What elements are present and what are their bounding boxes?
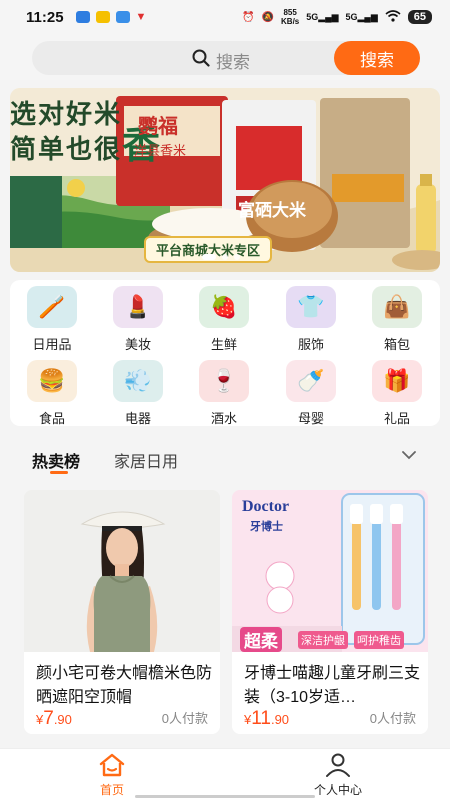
- chevron-down-icon[interactable]: [402, 448, 416, 462]
- wifi-icon: [385, 9, 401, 25]
- banner-slogan-line2: 简单也很: [10, 134, 123, 164]
- search-inner: 搜索: [192, 48, 250, 73]
- tshirt-icon: 👕: [286, 286, 336, 328]
- product-title[interactable]: 颜小宅可卷大帽檐米色防晒遮阳空顶帽: [36, 662, 212, 710]
- net-speed-value: 855: [283, 8, 297, 17]
- category-label: 食品: [38, 411, 65, 426]
- wine-icon: 🍷: [199, 360, 249, 402]
- signal-icon: 5G▂▄▆: [306, 11, 339, 22]
- chat-app-icon: [75, 11, 90, 23]
- product-image-brand-cn: 牙博士: [250, 521, 283, 533]
- category-label: 电器: [124, 411, 151, 426]
- category-label: 生鲜: [210, 337, 237, 352]
- search-header: 搜索 搜索: [0, 34, 450, 80]
- product-image-badge-clean: 深洁护龈: [298, 631, 348, 649]
- product-photo-hat: [24, 490, 220, 652]
- category-daily-goods[interactable]: 🪥 日用品: [12, 286, 92, 353]
- product-sold-count: 0人付款: [161, 711, 208, 726]
- mute-icon: 🔕: [261, 11, 275, 23]
- category-food[interactable]: 🍔 食品: [12, 360, 92, 427]
- user-icon: [325, 753, 351, 780]
- banner-brand-1: 鹦福: [138, 116, 178, 138]
- product-sold-count: 0人付款: [369, 711, 416, 726]
- nav-home[interactable]: 首页: [52, 753, 172, 798]
- search-icon: [192, 49, 210, 72]
- tab-hot-sales[interactable]: 热卖榜: [32, 448, 80, 472]
- product-price: ¥11.90: [244, 708, 289, 730]
- product-image[interactable]: Doctor 牙博士 超柔 深洁护龈 呵护稚齿: [232, 490, 428, 652]
- product-card[interactable]: Doctor 牙博士 超柔 深洁护龈 呵护稚齿 牙博士喵趣儿童牙刷三支装（3-1…: [232, 490, 428, 734]
- category-grid: 🪥 日用品 💄 美妆 🍓 生鲜 👕 服饰 👜 箱包 🍔 食品 💨 电器 🍷 酒水…: [10, 280, 440, 426]
- home-indicator: [135, 795, 315, 798]
- lipstick-icon: 💄: [113, 286, 163, 328]
- status-notification-icons: ▼: [75, 11, 147, 23]
- status-bar: 11:25 ▼ ⏰ 🔕 855 KB/s 5G▂▄▆ 5G▂▄▆ 65: [0, 0, 450, 34]
- net-speed: 855 KB/s: [281, 8, 299, 26]
- category-cosmetics[interactable]: 💄 美妆: [98, 286, 178, 353]
- category-fresh[interactable]: 🍓 生鲜: [184, 286, 264, 353]
- category-gifts[interactable]: 🎁 礼品: [357, 360, 437, 427]
- category-label: 箱包: [383, 337, 410, 352]
- gift-icon: 🎁: [372, 360, 422, 402]
- banner-dot[interactable]: [234, 254, 240, 260]
- toothbrush-cup-icon: 🪥: [27, 286, 77, 328]
- category-baby[interactable]: 🍼 母婴: [271, 360, 351, 427]
- strawberry-icon: 🍓: [199, 286, 249, 328]
- category-appliances[interactable]: 💨 电器: [98, 360, 178, 427]
- product-image-brand: Doctor: [242, 498, 290, 515]
- home-app-icon: [115, 11, 130, 23]
- home-icon: [98, 753, 126, 780]
- product-image[interactable]: [24, 490, 220, 652]
- banner-dot-active[interactable]: [202, 254, 216, 260]
- product-title[interactable]: 牙博士喵趣儿童牙刷三支装（3-10岁适…: [244, 662, 420, 710]
- baby-bottle-icon: 🍼: [286, 360, 336, 402]
- net-speed-unit: KB/s: [281, 17, 300, 26]
- product-card[interactable]: 颜小宅可卷大帽檐米色防晒遮阳空顶帽 ¥7.90 0人付款: [24, 490, 220, 734]
- product-image-badge-care: 呵护稚齿: [354, 631, 404, 649]
- bag-icon: 👜: [372, 286, 422, 328]
- banner-slogan-line1: 选对好米: [10, 99, 123, 129]
- product-price: ¥7.90: [36, 708, 72, 730]
- product-image-badge-soft: 超柔: [240, 627, 282, 652]
- price-decimal: .90: [53, 712, 72, 727]
- location-icon: ▼: [135, 11, 147, 23]
- promo-banner[interactable]: 选对好米 简单也很香 鹦福 洋县香米 富硒大米 平台商城大米专区: [10, 88, 440, 272]
- banner-brand-1-sub: 洋县香米: [134, 143, 187, 158]
- signal-icon-2: 5G▂▄▆: [345, 11, 378, 22]
- status-time: 11:25: [26, 8, 64, 26]
- price-integer: 11: [251, 708, 271, 729]
- shop-app-icon: [95, 11, 110, 23]
- category-bags[interactable]: 👜 箱包: [357, 286, 437, 353]
- search-button[interactable]: 搜索: [334, 41, 420, 75]
- category-label: 服饰: [297, 337, 324, 352]
- banner-dot[interactable]: [222, 254, 228, 260]
- category-apparel[interactable]: 👕 服饰: [271, 286, 351, 353]
- category-label: 日用品: [32, 337, 72, 352]
- category-label: 礼品: [383, 411, 410, 426]
- price-integer: 7: [43, 708, 54, 729]
- banner-pagination: [202, 254, 240, 260]
- nav-profile[interactable]: 个人中心: [278, 753, 398, 798]
- status-right: ⏰ 🔕 855 KB/s 5G▂▄▆ 5G▂▄▆ 65: [242, 8, 432, 26]
- tab-active-indicator: [50, 471, 68, 474]
- hairdryer-icon: 💨: [113, 360, 163, 402]
- search-input[interactable]: 搜索: [216, 48, 250, 73]
- category-label: 酒水: [210, 411, 237, 426]
- category-label: 母婴: [297, 411, 324, 426]
- category-label: 美妆: [124, 337, 151, 352]
- banner-brand-2: 富硒大米: [238, 201, 306, 220]
- category-drinks[interactable]: 🍷 酒水: [184, 360, 264, 427]
- product-tabs: 热卖榜 家居日用: [0, 432, 450, 474]
- battery-indicator: 65: [407, 10, 432, 24]
- bottom-nav: 首页 个人中心: [0, 748, 450, 800]
- burger-icon: 🍔: [27, 360, 77, 402]
- signal-label-2: 5G: [345, 11, 358, 22]
- alarm-icon: ⏰: [242, 11, 255, 23]
- search-box[interactable]: 搜索 搜索: [32, 41, 420, 75]
- tab-home-daily[interactable]: 家居日用: [114, 448, 178, 472]
- price-decimal: .90: [270, 712, 290, 727]
- signal-label-1: 5G: [306, 11, 319, 22]
